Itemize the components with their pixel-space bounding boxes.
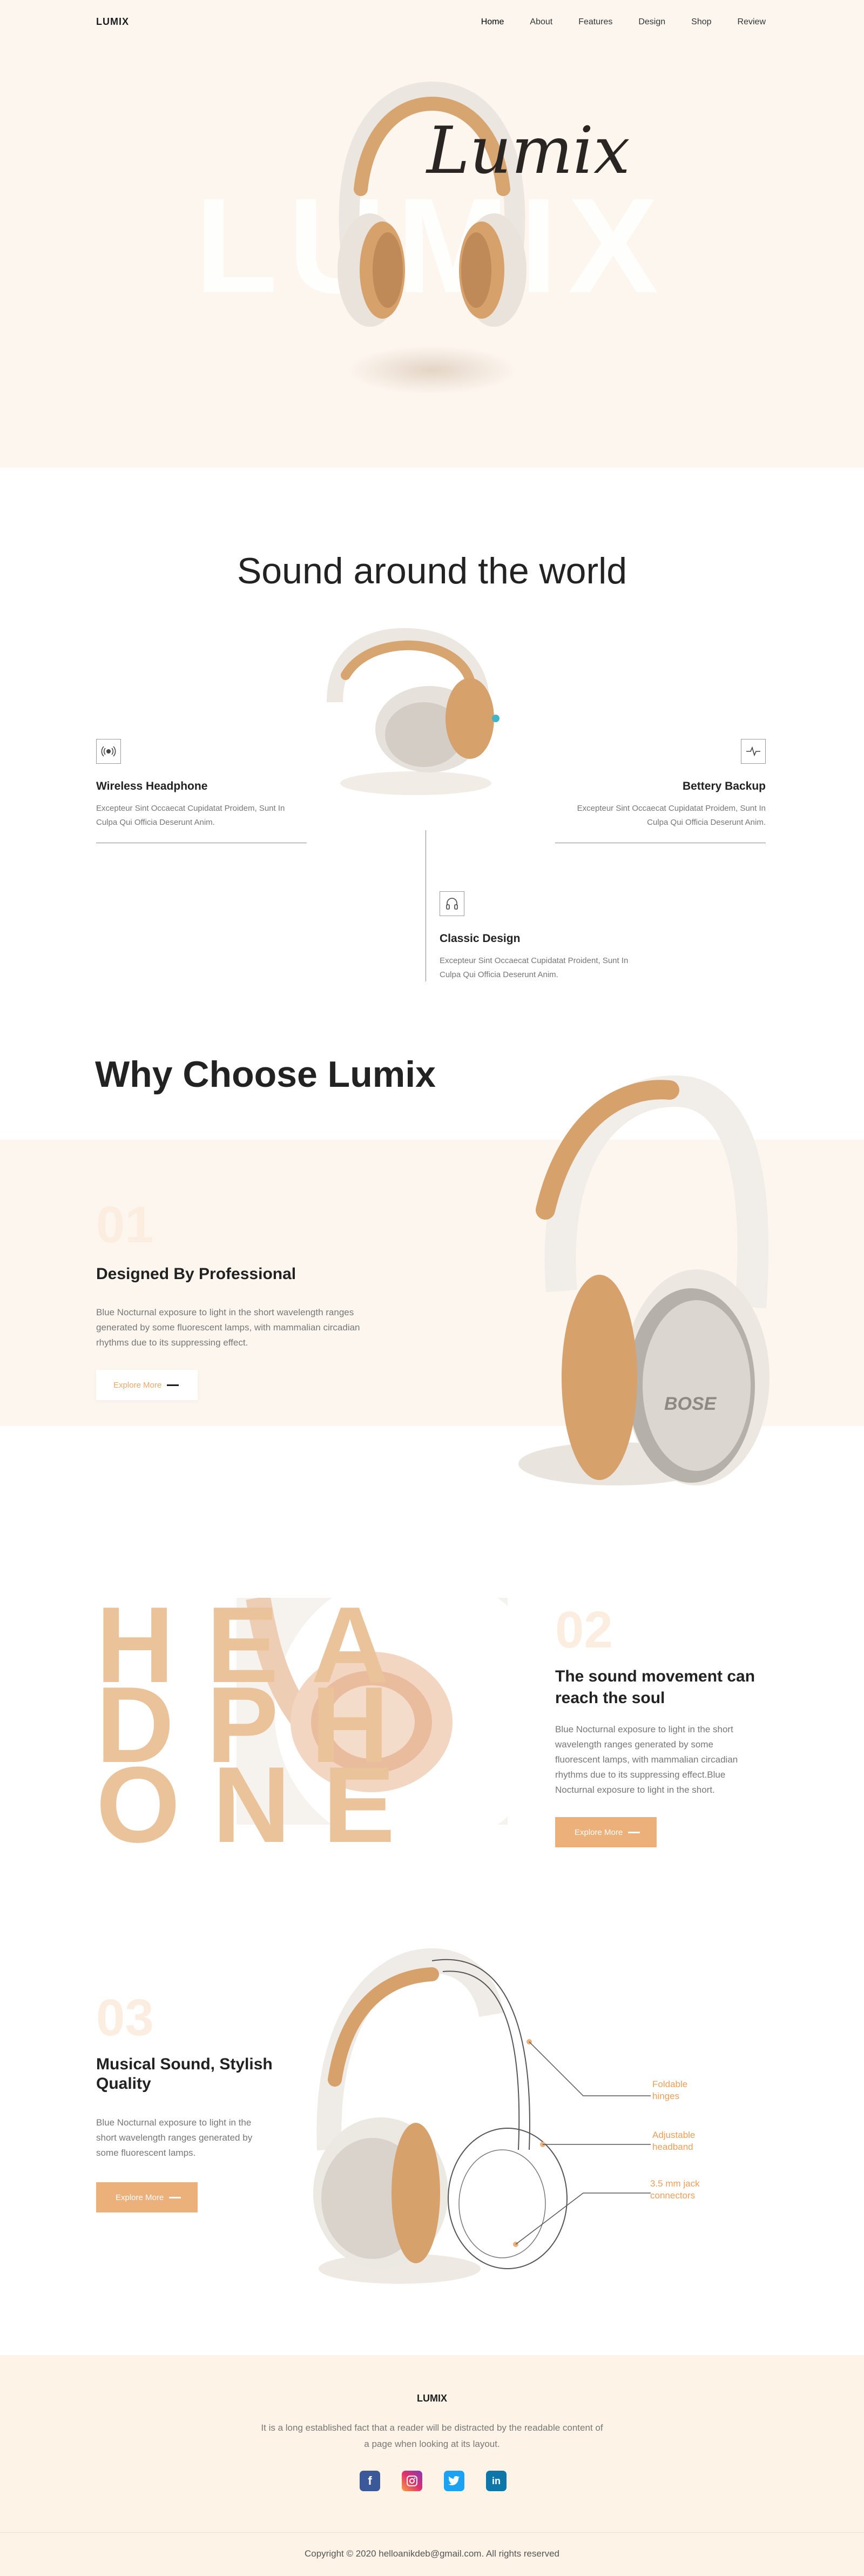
feature-text: Excepteur Sint Occaecat Cupidatat Proide… [577, 804, 766, 827]
annotation-foldable-hinges: Foldable hinges [652, 2079, 688, 2101]
annotation-jack-connectors: 3.5 mm jack connectors [650, 2178, 700, 2201]
feature-title: Classic Design [440, 932, 521, 945]
nav-features[interactable]: Features [578, 17, 612, 27]
landing-page: LUMIX Lumix LUMIX Home About Features De… [0, 0, 864, 2576]
battery-pulse-icon [741, 739, 766, 764]
nav-about[interactable]: About [530, 17, 552, 27]
footer-text: It is a long established fact that a rea… [261, 2423, 603, 2449]
footer-divider [0, 2532, 864, 2533]
nav-review[interactable]: Review [738, 17, 766, 27]
explore-more-label: Explore More [116, 2192, 164, 2202]
why-section-title: Why Choose Lumix [95, 1054, 436, 1095]
feature-title: Wireless Headphone [96, 780, 208, 792]
footer-logo[interactable]: LUMIX [0, 2393, 864, 2404]
section3-title: Musical Sound, Stylish Quality [96, 2055, 273, 2093]
explore-more-label: Explore More [575, 1827, 623, 1837]
arrow-dash-icon [169, 2196, 181, 2198]
sketch-headphone-image [313, 1948, 651, 2284]
section-number: 03 [96, 1989, 154, 2047]
section-number: 01 [96, 1196, 154, 1254]
explore-more-button[interactable]: Explore More [96, 2182, 198, 2212]
facebook-icon[interactable]: f [360, 2471, 380, 2491]
nav-design[interactable]: Design [638, 17, 665, 27]
wireless-icon [96, 739, 121, 764]
instagram-icon[interactable] [402, 2471, 422, 2491]
bose-logo-text: BOSE [664, 1394, 717, 1414]
section3-text: Blue Nocturnal exposure to light in the … [96, 2117, 253, 2158]
hero-script-text: Lumix [427, 113, 630, 189]
feature-classic-design: Classic Design Excepteur Sint Occaecat C… [440, 891, 629, 982]
copyright-text: Copyright © 2020 helloanikdeb@gmail.com.… [304, 2548, 559, 2559]
explore-more-label: Explore More [113, 1380, 162, 1390]
explore-more-button[interactable]: Explore More [555, 1817, 657, 1847]
linkedin-icon[interactable]: in [486, 2471, 507, 2491]
footer [0, 2355, 864, 2576]
social-links: f in [360, 2471, 507, 2491]
brand-logo[interactable]: LUMIX [96, 16, 129, 28]
nav-shop[interactable]: Shop [691, 17, 711, 27]
feature-battery: Bettery Backup Excepteur Sint Occaecat C… [555, 739, 766, 843]
explore-more-button[interactable]: Explore More [96, 1370, 198, 1400]
sound-section-title: Sound around the world [237, 550, 627, 591]
hero-shadow [346, 346, 518, 394]
feature-wireless: Wireless Headphone Excepteur Sint Occaec… [96, 739, 307, 843]
headphone-letters-row-3: ONE [96, 1745, 428, 1865]
section2-title: The sound movement can reach the soul [555, 1667, 755, 1707]
feature-text: Excepteur Sint Occaecat Cupidatat Proide… [440, 956, 629, 979]
main-nav: Home About Features Design Shop Review [481, 17, 766, 27]
headphone-icon [440, 891, 464, 916]
annotation-adjustable-headband: Adjustable headband [652, 2130, 696, 2152]
why-text: Blue Nocturnal exposure to light in the … [96, 1307, 360, 1348]
feature-text: Excepteur Sint Occaecat Cupidatat Proide… [96, 804, 285, 827]
feature-title: Bettery Backup [682, 780, 766, 792]
twitter-icon[interactable] [444, 2471, 464, 2491]
section2-text: Blue Nocturnal exposure to light in the … [555, 1724, 738, 1795]
why-headphone-image: BOSE [518, 1075, 770, 1485]
why-subtitle: Designed By Professional [96, 1265, 296, 1283]
arrow-dash-icon [167, 1384, 179, 1386]
section-number: 02 [555, 1601, 613, 1659]
sound-headphone-image [327, 628, 500, 795]
nav-home[interactable]: Home [481, 17, 504, 27]
arrow-dash-icon [628, 1831, 640, 1833]
